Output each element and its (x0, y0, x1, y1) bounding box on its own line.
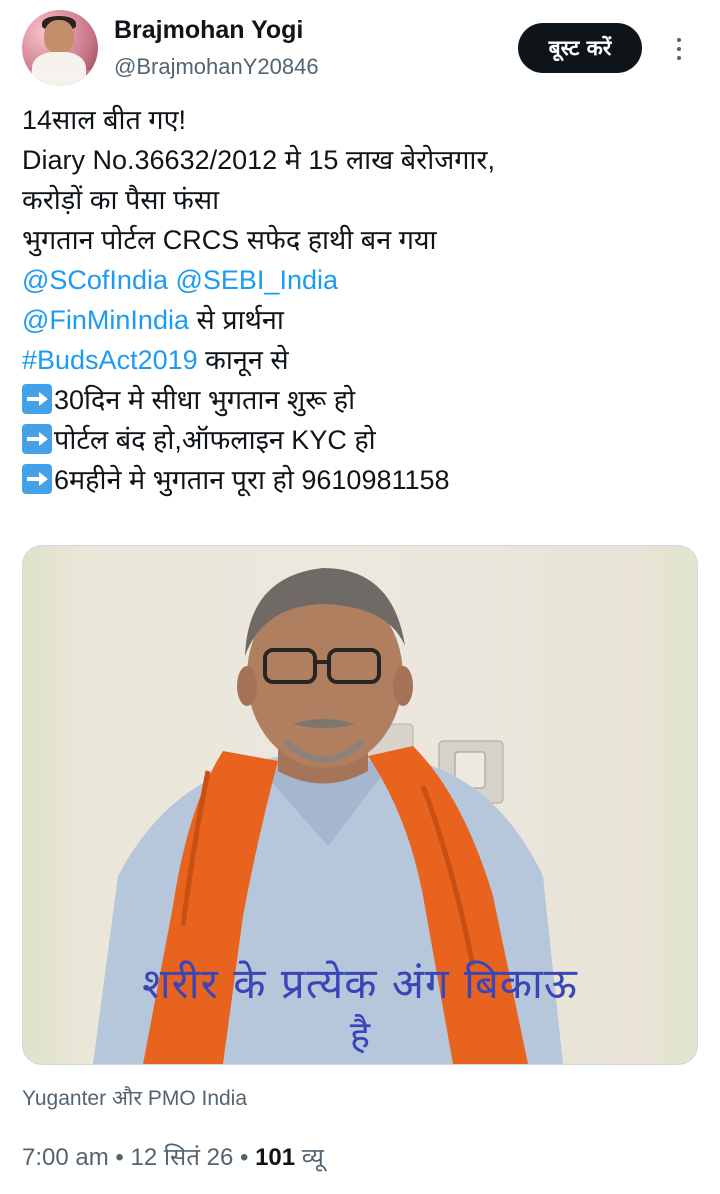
post-time[interactable]: 7:00 am (22, 1144, 109, 1171)
boost-button[interactable]: बूस्ट करें (518, 23, 642, 73)
text-fragment: से प्रार्थना (188, 305, 284, 335)
author-handle[interactable]: @BrajmohanY20846 (114, 54, 319, 80)
text-line: करोड़ों का पैसा फंसा (22, 185, 220, 215)
text-line: @SCofIndia @SEBI_India (22, 260, 702, 300)
bullet-text: पोर्टल बंद हो,ऑफलाइन KYC हो (54, 425, 376, 455)
post-meta: 7:00 am • 12 सितं 26 • 101 व्यू (22, 1140, 324, 1173)
more-options-icon[interactable] (672, 38, 686, 66)
arrow-right-icon (22, 424, 52, 454)
avatar[interactable] (22, 10, 98, 86)
bullet-text: 6महीने मे भुगतान पूरा हो 9610981158 (54, 465, 450, 495)
bullet-text: 30दिन मे सीधा भुगतान शुरू हो (54, 385, 356, 415)
text-line: 6महीने मे भुगतान पूरा हो 9610981158 (22, 460, 702, 500)
text-line: Diary No.36632/2012 मे 15 लाख बेरोजगार, (22, 145, 495, 175)
arrow-right-icon (22, 464, 52, 494)
views-label: व्यू (301, 1144, 324, 1171)
meta-separator: • (240, 1144, 249, 1171)
post-date[interactable]: 12 सितं 26 (130, 1144, 233, 1171)
mention-link-sebi[interactable]: @SEBI_India (176, 265, 339, 295)
mention-link-scofindia[interactable]: @SCofIndia (22, 265, 168, 295)
tagged-users[interactable]: Yuganter और PMO India (22, 1084, 247, 1112)
image-caption: है (349, 1013, 371, 1057)
text-line: भुगतान पोर्टल CRCS सफेद हाथी बन गया (22, 225, 437, 255)
text-line: पोर्टल बंद हो,ऑफलाइन KYC हो (22, 420, 702, 460)
post-image[interactable]: शरीर के प्रत्येक अंग बिकाऊ है (22, 545, 698, 1065)
post-text: 14साल बीत गए! Diary No.36632/2012 मे 15 … (22, 100, 702, 500)
text-line: #BudsAct2019 कानून से (22, 340, 702, 380)
image-caption: शरीर के प्रत्येक अंग बिकाऊ (142, 959, 578, 1008)
arrow-right-icon (22, 384, 52, 414)
mention-link-finmin[interactable]: @FinMinIndia (22, 305, 189, 335)
post-header: Brajmohan Yogi @BrajmohanY20846 बूस्ट कर… (22, 10, 702, 90)
meta-separator: • (115, 1144, 124, 1171)
text-fragment: कानून से (197, 345, 289, 375)
text-line: 30दिन मे सीधा भुगतान शुरू हो (22, 380, 702, 420)
views-count: 101 (255, 1144, 296, 1171)
text-line: @FinMinIndia से प्रार्थना (22, 300, 702, 340)
author-name[interactable]: Brajmohan Yogi (114, 16, 303, 45)
hashtag-link[interactable]: #BudsAct2019 (22, 345, 198, 375)
text-line: 14साल बीत गए! (22, 105, 187, 135)
